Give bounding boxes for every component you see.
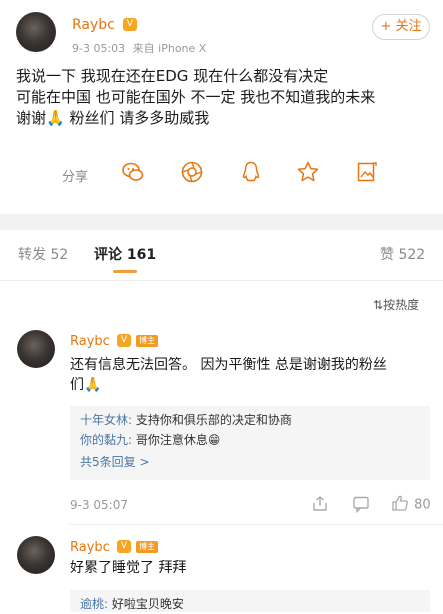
reply-item: 十年女林: 支持你和俱乐部的决定和协商 [70,406,430,430]
tabs-divider [0,280,443,281]
comment-text: 好累了睡觉了 拜拜 [70,558,430,578]
post-line: 可能在中国 也可能在国外 不一定 我也不知道我的未来 [16,88,376,106]
post-body: 我说一下 我现在还在EDG 现在什么都没有决定 可能在中国 也可能在国外 不一定… [16,66,431,129]
author-badge: 博主 [136,334,158,347]
comment-line: 们🙏 [70,377,102,393]
vip-badge-icon: V [116,334,131,347]
tab-likes[interactable]: 赞 522 [380,244,425,264]
share-label: 分享 [62,170,89,185]
comment-author-row: Raybc V 博主 [70,330,158,349]
reply-item: 你的黏九: 哥你注意休息😁 [70,430,430,450]
comment-line: 还有信息无法回答。 因为平衡性 总是谢谢我的粉丝 [70,357,387,373]
comment-author-name[interactable]: Raybc [70,334,110,349]
comment-reply-icon[interactable] [352,495,370,517]
vip-badge-icon: V [122,18,137,31]
reply-author[interactable]: 逾桃: [80,597,108,611]
reply-author[interactable]: 你的黏九: [80,433,132,447]
moments-icon[interactable] [180,160,204,188]
reply-text: 哥你注意休息😁 [132,433,221,447]
reply-text: 好啦宝贝晚安 [108,597,184,611]
tab-comments[interactable]: 评论 161 [94,244,156,264]
follow-button[interactable]: + 关注 [372,14,430,40]
qq-icon[interactable] [239,160,263,188]
comment-author-row: Raybc V 博主 [70,536,158,555]
comment-avatar[interactable] [17,536,55,574]
sort-button[interactable]: ⇅按热度 [373,296,419,313]
replies-box[interactable]: 逾桃: 好啦宝贝晚安 [70,590,430,612]
sort-icon: ⇅ [373,298,384,312]
comment-like-button[interactable]: 80 [391,494,431,516]
sort-label: 按热度 [383,298,420,312]
comment-time: 9-3 05:07 [70,498,128,512]
comment-divider [70,524,443,525]
replies-box[interactable]: 十年女林: 支持你和俱乐部的决定和协商 你的黏九: 哥你注意休息😁 共5条回复 … [70,406,430,480]
post-time: 9-3 05:03 [72,42,126,55]
reply-author[interactable]: 十年女林: [80,413,132,427]
reply-text: 支持你和俱乐部的决定和协商 [132,413,292,427]
post-avatar[interactable] [16,12,56,52]
qzone-star-icon[interactable] [296,160,320,188]
author-badge: 博主 [136,540,158,553]
post-author-row: Raybc V [72,14,137,34]
comment-author-name[interactable]: Raybc [70,540,110,555]
post-line: 谢谢🙏 粉丝们 请多多助威我 [16,109,210,127]
more-replies-link[interactable]: 共5条回复 > [70,450,430,472]
comment-avatar[interactable] [17,330,55,368]
post-author-name[interactable]: Raybc [72,17,115,33]
post-meta: 9-3 05:03 来自 iPhone X [72,40,206,56]
thumbs-up-icon [391,494,409,516]
section-divider [0,214,443,230]
image-card-icon[interactable] [355,160,379,188]
post-line: 我说一下 我现在还在EDG 现在什么都没有决定 [16,67,329,85]
comment-text: 还有信息无法回答。 因为平衡性 总是谢谢我的粉丝 们🙏 [70,355,430,395]
comment-line: 好累了睡觉了 拜拜 [70,560,187,576]
vip-badge-icon: V [116,540,131,553]
comment-share-icon[interactable] [311,495,329,517]
like-count: 80 [414,497,431,513]
tab-repost[interactable]: 转发 52 [18,244,68,264]
reply-item: 逾桃: 好啦宝贝晚安 [70,590,430,614]
wechat-icon[interactable] [121,160,145,188]
active-tab-indicator [113,270,137,273]
post-source: 来自 iPhone X [132,42,207,55]
